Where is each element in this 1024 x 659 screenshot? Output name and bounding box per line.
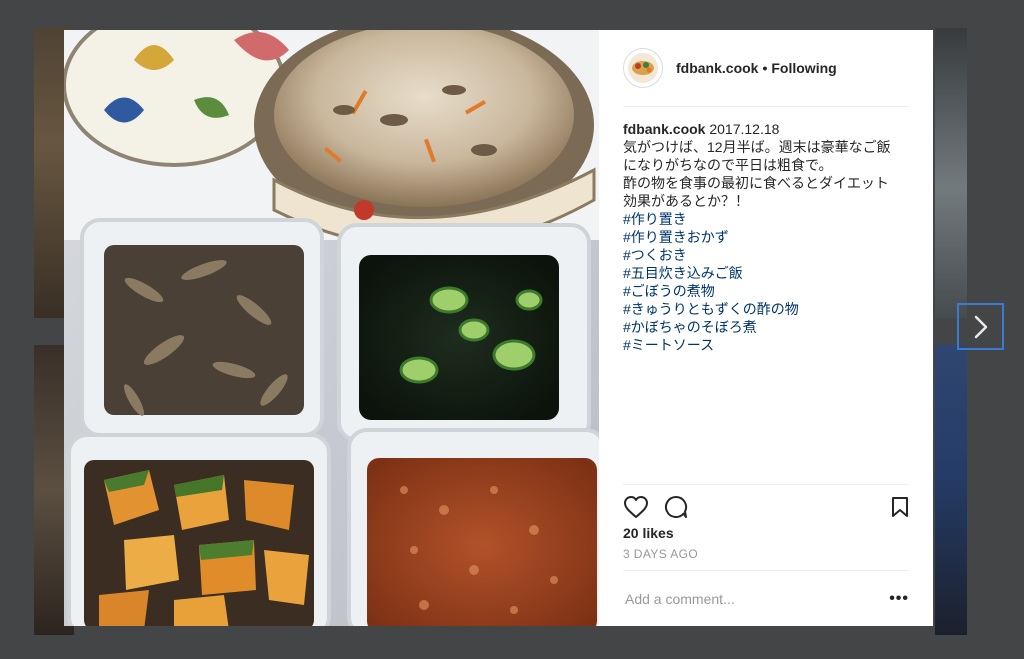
bookmark-icon xyxy=(892,497,908,517)
comment-icon xyxy=(665,495,688,518)
post-modal: fdbank.cook • Following fdbank.cook 2017… xyxy=(64,30,933,626)
hashtag-link[interactable]: #きゅうりともずくの酢の物 xyxy=(623,300,909,318)
post-timestamp[interactable]: 3 DAYS AGO xyxy=(623,547,909,561)
caption: fdbank.cook 2017.12.18 気がつけば、12月半ば。週末は豪華… xyxy=(623,120,909,354)
next-post-button[interactable] xyxy=(957,303,1004,350)
caption-line: 酢の物を食事の最初に食べるとダイエット xyxy=(623,175,889,191)
caption-line: 効果があるとか？！ xyxy=(623,193,749,209)
caption-date: 2017.12.18 xyxy=(709,121,780,137)
hashtag-list: #作り置き #作り置きおかず #つくおき #五目炊き込みご飯 #ごぼうの煮物 #… xyxy=(623,210,909,354)
caption-username[interactable]: fdbank.cook xyxy=(623,121,705,137)
hashtag-link[interactable]: #作り置き xyxy=(623,210,909,228)
comment-input[interactable] xyxy=(623,590,885,608)
chevron-right-icon xyxy=(974,315,987,338)
add-comment-bar: ••• xyxy=(623,570,909,627)
hashtag-link[interactable]: #五目炊き込みご飯 xyxy=(623,264,909,282)
post-header: fdbank.cook • Following xyxy=(623,30,909,107)
background-post-thumbnail xyxy=(935,345,967,635)
following-button[interactable]: Following xyxy=(771,60,836,76)
hashtag-link[interactable]: #作り置きおかず xyxy=(623,228,909,246)
separator-dot: • xyxy=(762,60,768,76)
post-actions-section: 20 likes 3 DAYS AGO xyxy=(623,484,909,561)
username-link[interactable]: fdbank.cook xyxy=(676,60,758,76)
more-options-button[interactable]: ••• xyxy=(885,590,909,608)
caption-line: になりがちなので平日は粗食で。 xyxy=(623,157,833,173)
post-side-panel: fdbank.cook • Following fdbank.cook 2017… xyxy=(599,30,933,626)
caption-line: 気がつけば、12月半ば。週末は豪華なご飯 xyxy=(623,139,891,155)
avatar[interactable] xyxy=(623,48,663,88)
hashtag-link[interactable]: #かぼちゃのそぼろ煮 xyxy=(623,318,909,336)
action-bar xyxy=(623,485,909,529)
hashtag-link[interactable]: #ごぼうの煮物 xyxy=(623,282,909,300)
comment-button[interactable] xyxy=(663,491,695,523)
heart-icon xyxy=(624,496,648,518)
post-photo xyxy=(64,30,599,626)
background-post-thumbnail xyxy=(935,28,967,318)
like-button[interactable] xyxy=(623,491,655,523)
hashtag-link[interactable]: #つくおき xyxy=(623,246,909,264)
save-button[interactable] xyxy=(877,491,909,523)
hashtag-link[interactable]: #ミートソース xyxy=(623,336,909,354)
